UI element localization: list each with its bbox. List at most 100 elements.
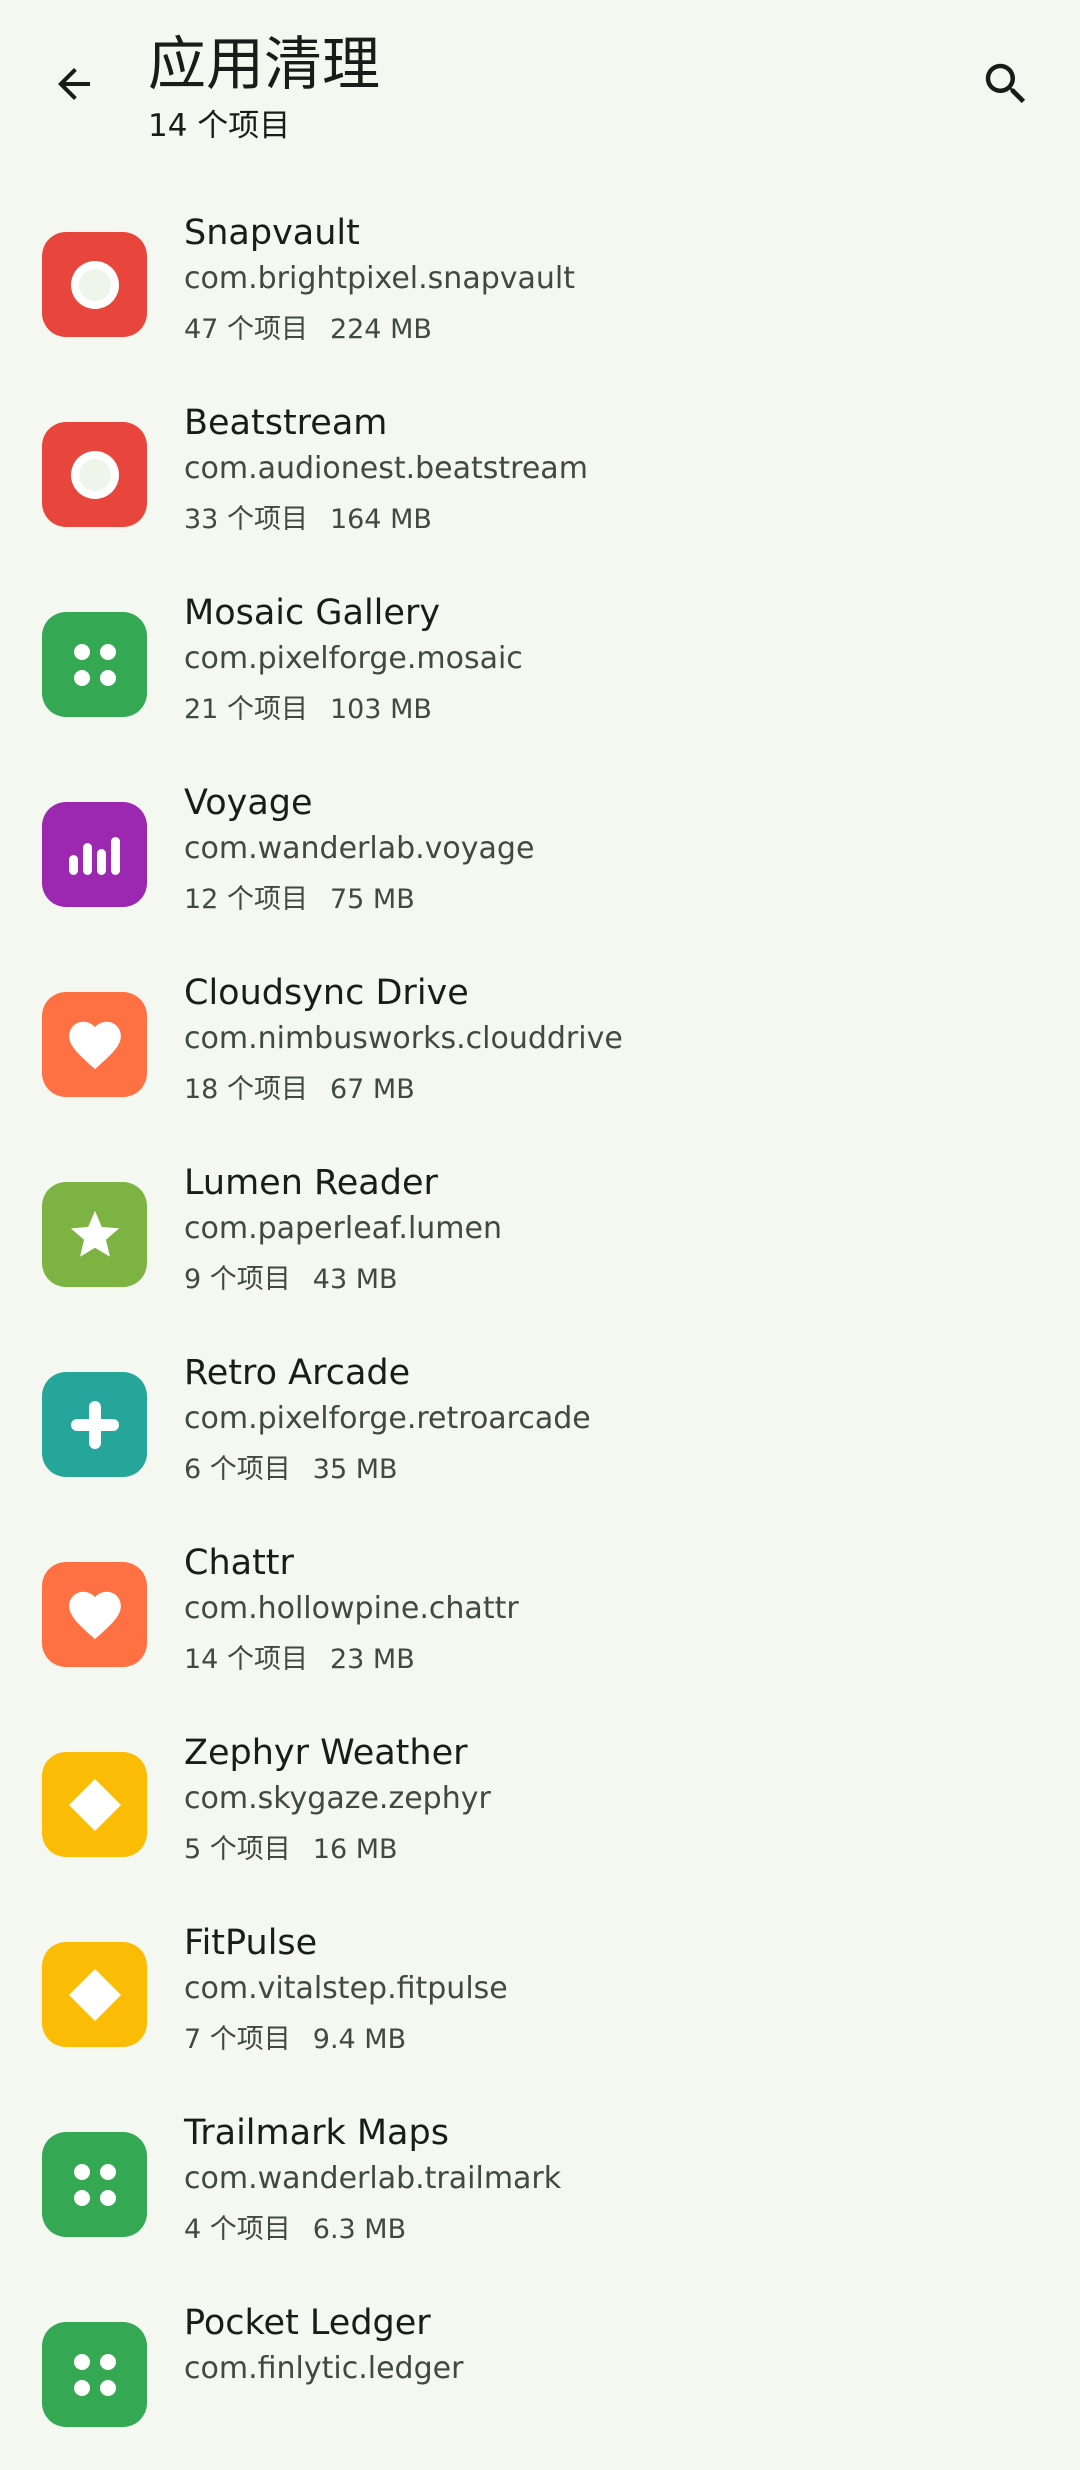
app-package: com.hollowpine.chattr: [184, 1591, 519, 1626]
app-icon: [42, 2322, 147, 2427]
bar-chart-icon: [68, 836, 120, 875]
app-name: FitPulse: [184, 1923, 318, 1963]
app-package: com.brightpixel.snapvault: [184, 261, 575, 296]
app-item-count: 18 个项目: [184, 1074, 308, 1105]
circle-icon: [70, 450, 119, 499]
app-size: 164 MB: [329, 504, 432, 535]
app-package: com.audionest.beatstream: [184, 451, 588, 486]
app-size: 23 MB: [329, 1644, 415, 1675]
app-item-count: 6 个项目: [184, 1454, 291, 1485]
app-meta: 47 个项目 224 MB: [184, 310, 432, 350]
app-item-count: 4 个项目: [184, 2214, 291, 2245]
app-list: Snapvault com.brightpixel.snapvault 47 个项目…: [0, 190, 1080, 2470]
app-row[interactable]: Chattr com.hollowpine.chattr 14 个项目 23 MB: [0, 1520, 1080, 1710]
app-name: Voyage: [184, 783, 313, 823]
dots-grid-icon: [73, 2353, 116, 2396]
app-size: 67 MB: [329, 1074, 415, 1105]
app-package: com.wanderlab.trailmark: [184, 2161, 562, 2196]
app-package: com.wanderlab.voyage: [184, 831, 535, 866]
app-item-count: 7 个项目: [184, 2024, 291, 2055]
app-icon: [42, 1942, 147, 2047]
app-size: 224 MB: [329, 314, 432, 345]
app-item-count: 21 个项目: [184, 694, 308, 725]
app-row[interactable]: Mosaic Gallery com.pixelforge.mosaic 21 个项…: [0, 570, 1080, 760]
app-icon: [42, 232, 147, 337]
app-row[interactable]: Cloudsync Drive com.nimbusworks.clouddriv…: [0, 950, 1080, 1140]
app-meta: 7 个项目 9.4 MB: [184, 2020, 406, 2060]
app-row[interactable]: Beatstream com.audionest.beatstream 33 个项目…: [0, 380, 1080, 570]
app-package: com.nimbusworks.clouddrive: [184, 1021, 623, 1056]
app-item-count: 9 个项目: [184, 1264, 291, 1295]
app-name: Chattr: [184, 1543, 294, 1583]
app-icon: [42, 422, 147, 527]
app-size: 6.3 MB: [312, 2214, 407, 2245]
app-meta: 4 个项目 6.3 MB: [184, 2210, 406, 2250]
app-item-count: 47 个项目: [184, 314, 308, 345]
app-name: Trailmark Maps: [184, 2113, 449, 2153]
app-row[interactable]: Zephyr Weather com.skygaze.zephyr 5 个项目 16 …: [0, 1710, 1080, 1900]
app-row[interactable]: Pocket Ledger com.finlytic.ledger: [0, 2280, 1080, 2470]
heart-icon: [68, 1591, 121, 1639]
app-size: 103 MB: [329, 694, 432, 725]
app-item-count: 33 个项目: [184, 504, 308, 535]
app-name: Lumen Reader: [184, 1163, 438, 1203]
heart-icon: [68, 1021, 121, 1069]
app-package: com.pixelforge.mosaic: [184, 641, 523, 676]
app-size: 35 MB: [312, 1454, 398, 1485]
app-icon: [42, 2132, 147, 2237]
app-item-count: 5 个项目: [184, 1834, 291, 1865]
app-row[interactable]: Lumen Reader com.paperleaf.lumen 9 个项目 43 M…: [0, 1140, 1080, 1330]
app-size: 75 MB: [329, 884, 415, 915]
arrow-back-icon: [58, 68, 90, 100]
app-meta: 12 个项目 75 MB: [184, 880, 415, 920]
dots-grid-icon: [73, 643, 116, 686]
app-row[interactable]: Voyage com.wanderlab.voyage 12 个项目 75 MB: [0, 760, 1080, 950]
dots-grid-icon: [73, 2163, 116, 2206]
page-title: 应用清理: [148, 30, 381, 98]
app-package: com.paperleaf.lumen: [184, 1211, 503, 1246]
app-meta: 14 个项目 23 MB: [184, 1640, 415, 1680]
circle-icon: [70, 260, 119, 309]
app-icon: [42, 1562, 147, 1667]
app-package: com.pixelforge.retroarcade: [184, 1401, 591, 1436]
app-name: Cloudsync Drive: [184, 973, 469, 1013]
app-meta: 6 个项目 35 MB: [184, 1450, 398, 1490]
top-app-bar: 应用清理 14 个项目: [0, 0, 1080, 170]
app-item-count: 14 个项目: [184, 1644, 308, 1675]
back-button[interactable]: [34, 44, 114, 124]
diamond-icon: [68, 1968, 121, 2021]
page-subtitle: 14 个项目: [148, 108, 291, 144]
app-meta: 5 个项目 16 MB: [184, 1830, 398, 1870]
app-row[interactable]: Snapvault com.brightpixel.snapvault 47 个项目…: [0, 190, 1080, 380]
app-size: 9.4 MB: [312, 2024, 407, 2055]
app-icon: [42, 1182, 147, 1287]
app-icon: [42, 612, 147, 717]
search-icon: [985, 63, 1026, 104]
app-meta: 9 个项目 43 MB: [184, 1260, 398, 1300]
plus-icon: [70, 1400, 119, 1449]
search-button[interactable]: [966, 44, 1046, 124]
diamond-icon: [68, 1778, 121, 1831]
app-package: com.finlytic.ledger: [184, 2351, 464, 2386]
app-package: com.skygaze.zephyr: [184, 1781, 491, 1816]
app-item-count: 12 个项目: [184, 884, 308, 915]
app-size: 16 MB: [312, 1834, 398, 1865]
app-size: 43 MB: [312, 1264, 398, 1295]
app-name: Zephyr Weather: [184, 1733, 468, 1773]
app-icon: [42, 1372, 147, 1477]
app-meta: 21 个项目 103 MB: [184, 690, 432, 730]
app-name: Pocket Ledger: [184, 2303, 431, 2343]
app-meta: 33 个项目 164 MB: [184, 500, 432, 540]
star-icon: [70, 1210, 119, 1257]
app-icon: [42, 992, 147, 1097]
app-name: Beatstream: [184, 403, 388, 443]
app-icon: [42, 802, 147, 907]
app-row[interactable]: Retro Arcade com.pixelforge.retroarcade 6 …: [0, 1330, 1080, 1520]
app-row[interactable]: FitPulse com.vitalstep.fitpulse 7 个项目 9.4 M…: [0, 1900, 1080, 2090]
app-row[interactable]: Trailmark Maps com.wanderlab.trailmark 4 个…: [0, 2090, 1080, 2280]
app-icon: [42, 1752, 147, 1857]
app-name: Retro Arcade: [184, 1353, 411, 1393]
app-name: Snapvault: [184, 213, 360, 253]
app-package: com.vitalstep.fitpulse: [184, 1971, 508, 2006]
app-name: Mosaic Gallery: [184, 593, 441, 633]
